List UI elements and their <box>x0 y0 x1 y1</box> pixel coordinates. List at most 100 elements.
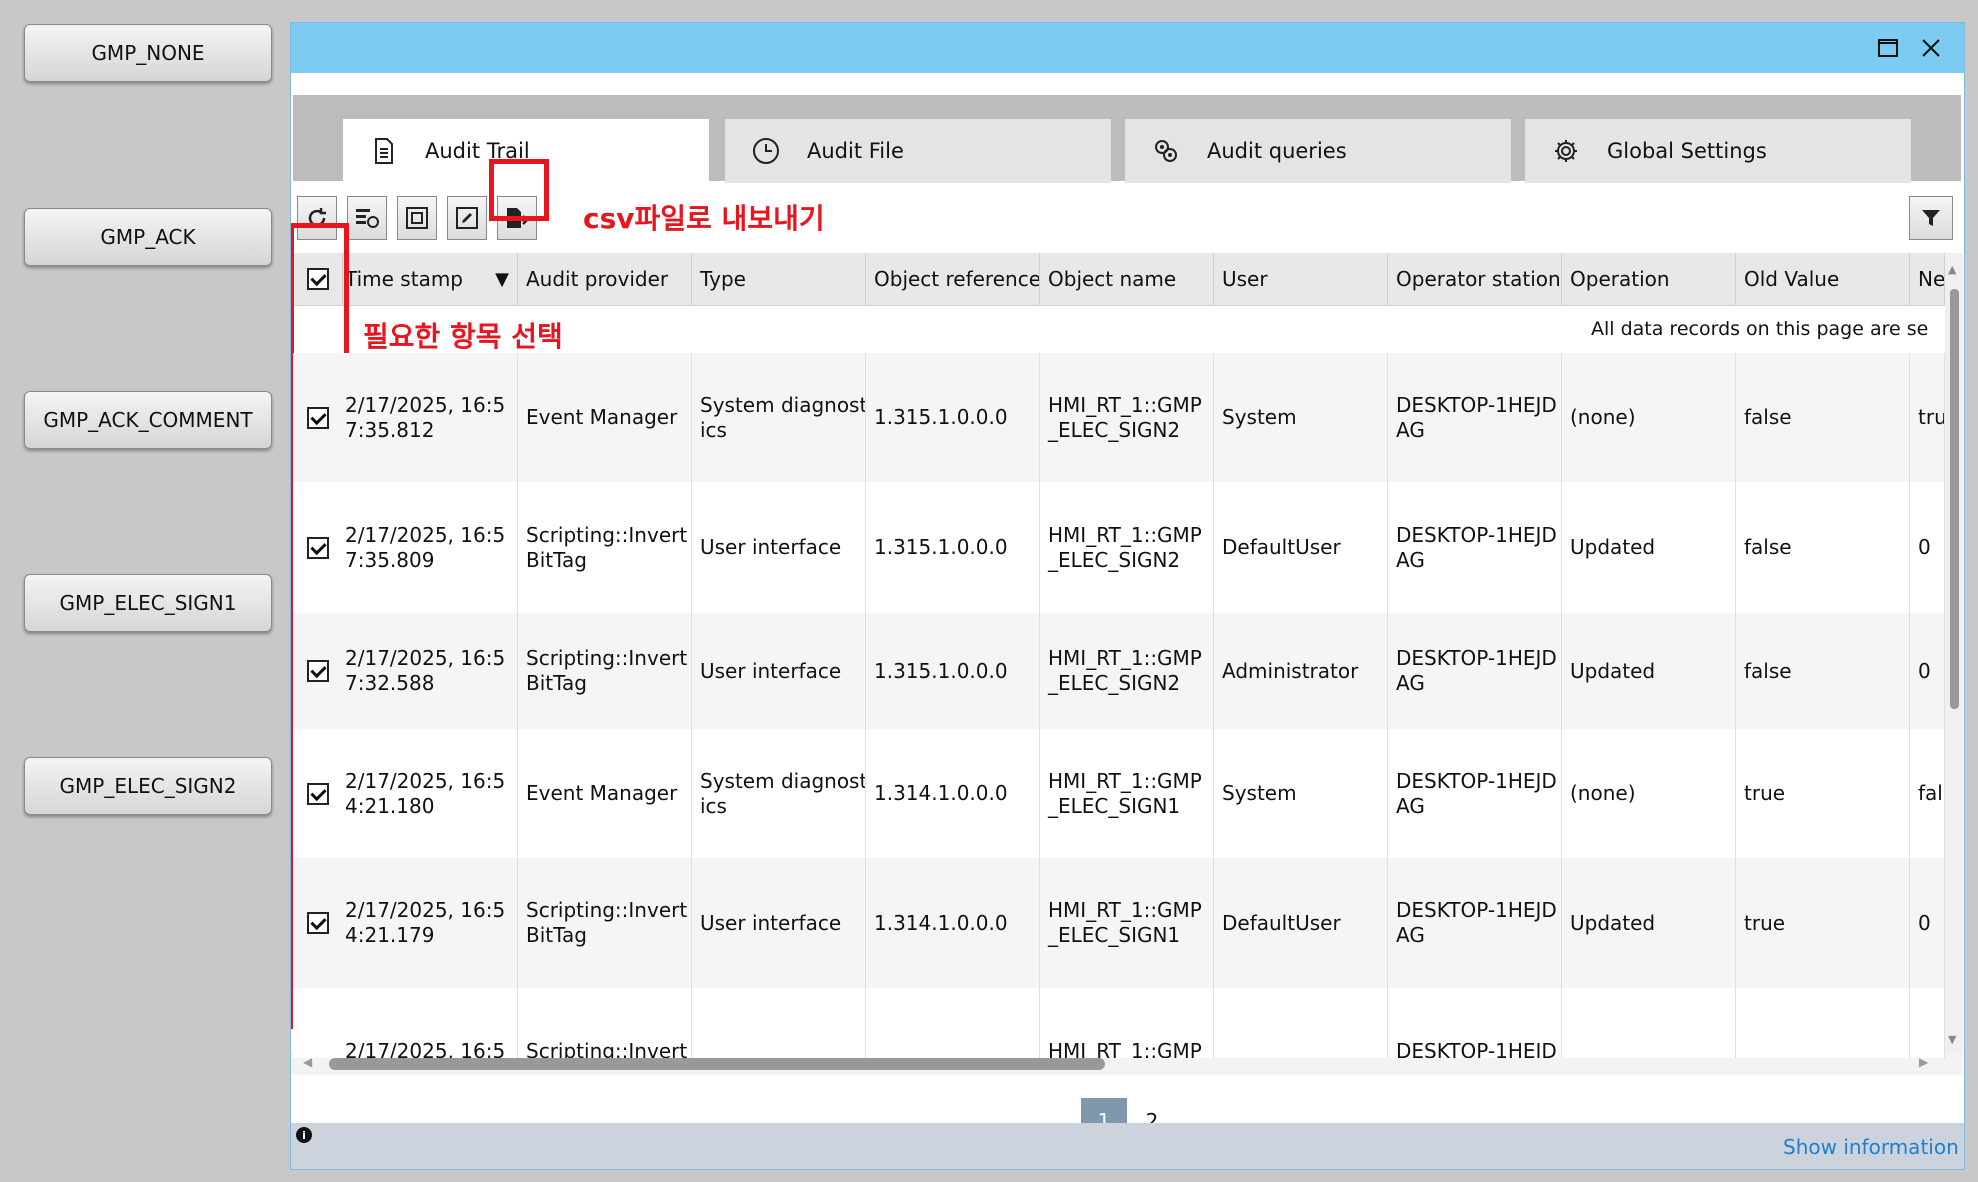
cell-user: Administrator <box>1214 613 1388 729</box>
tab-global-settings[interactable]: Global Settings <box>1525 119 1911 183</box>
cell-user: System <box>1214 353 1388 482</box>
cell-object-name: HMI_RT_1::GMP _ELEC_SIGN2 <box>1040 353 1214 482</box>
cell-operator-station: DESKTOP-1HEJD <box>1388 988 1562 1058</box>
table-row[interactable]: 2/17/2025, 16:5 Scripting::Invert HMI_RT_1… <box>293 988 1945 1058</box>
column-header-type[interactable]: Type <box>692 253 866 305</box>
cell-operator-station: DESKTOP-1HEJD AG <box>1388 613 1562 729</box>
cell-old-value: false <box>1736 482 1910 613</box>
export-highlight-box <box>489 159 549 221</box>
cell-old-value <box>1736 988 1910 1058</box>
cell-object-reference: 1.315.1.0.0.0 <box>866 482 1040 613</box>
info-icon: i <box>296 1127 312 1143</box>
cell-new-value: 0 <box>1910 858 1945 988</box>
column-header-audit-provider[interactable]: Audit provider <box>518 253 692 305</box>
clock-icon <box>751 136 781 166</box>
tab-label: Audit File <box>807 139 904 163</box>
table-row[interactable]: 2/17/2025, 16:5 4:21.179 Scripting::Inver… <box>293 858 1945 988</box>
gmp-none-button[interactable]: GMP_NONE <box>24 24 272 82</box>
cell-object-name: HMI_RT_1::GMP <box>1040 988 1214 1058</box>
queries-icon <box>1151 136 1181 166</box>
show-information-link[interactable]: Show information <box>1783 1135 1959 1159</box>
column-header-time-stamp[interactable]: Time stamp ▼ <box>343 253 518 305</box>
cell-type <box>692 988 866 1058</box>
title-bar <box>291 23 1964 73</box>
edit-icon[interactable] <box>447 196 487 240</box>
gmp-ack-button[interactable]: GMP_ACK <box>24 208 272 266</box>
row-select-cell[interactable] <box>293 729 343 858</box>
cell-audit-provider: Scripting::Invert BitTag <box>518 613 692 729</box>
cell-object-name: HMI_RT_1::GMP _ELEC_SIGN1 <box>1040 858 1214 988</box>
cell-time-stamp: 2/17/2025, 16:5 4:21.180 <box>343 729 518 858</box>
table-row[interactable]: 2/17/2025, 16:5 4:21.180 Event Manager Sys… <box>293 729 1945 858</box>
cell-new-value <box>1910 988 1945 1058</box>
cell-old-value: true <box>1736 729 1910 858</box>
column-header-object-name[interactable]: Object name <box>1040 253 1214 305</box>
close-icon[interactable] <box>1916 33 1946 63</box>
maximize-icon[interactable] <box>1873 33 1903 63</box>
column-label: Time stamp <box>345 267 463 291</box>
gmp-elec-sign2-button[interactable]: GMP_ELEC_SIGN2 <box>24 757 272 815</box>
filter-icon[interactable] <box>1909 196 1953 240</box>
cell-operation: Updated <box>1562 613 1736 729</box>
vertical-scrollbar[interactable]: ▲ ▼ <box>1945 253 1963 1053</box>
cell-operation: (none) <box>1562 729 1736 858</box>
fit-icon[interactable] <box>397 196 437 240</box>
sort-desc-icon: ▼ <box>495 268 509 290</box>
row-checkbox[interactable] <box>307 406 329 429</box>
cell-object-reference <box>866 988 1040 1058</box>
document-icon <box>369 136 399 166</box>
cell-object-reference: 1.314.1.0.0.0 <box>866 729 1040 858</box>
cell-operator-station: DESKTOP-1HEJD AG <box>1388 353 1562 482</box>
cell-new-value: 0 <box>1910 482 1945 613</box>
cell-type: User interface <box>692 858 866 988</box>
row-checkbox[interactable] <box>307 782 329 805</box>
column-header-user[interactable]: User <box>1214 253 1388 305</box>
table-row[interactable]: 2/17/2025, 16:5 7:35.812 Event Manager Sys… <box>293 353 1945 482</box>
cell-operator-station: DESKTOP-1HEJD AG <box>1388 858 1562 988</box>
cell-object-reference: 1.315.1.0.0.0 <box>866 353 1040 482</box>
table-row[interactable]: 2/17/2025, 16:5 7:35.809 Scripting::Inver… <box>293 482 1945 613</box>
column-header-old-value[interactable]: Old Value <box>1736 253 1910 305</box>
scroll-up-arrow[interactable]: ▲ <box>1948 263 1956 276</box>
cell-user: DefaultUser <box>1214 482 1388 613</box>
cell-time-stamp: 2/17/2025, 16:5 7:32.588 <box>343 613 518 729</box>
cell-user: System <box>1214 729 1388 858</box>
gear-icon <box>1551 136 1581 166</box>
scroll-down-arrow[interactable]: ▼ <box>1948 1033 1956 1046</box>
cell-audit-provider: Scripting::Invert BitTag <box>518 858 692 988</box>
cell-old-value: false <box>1736 613 1910 729</box>
cell-type: User interface <box>692 482 866 613</box>
cell-audit-provider: Event Manager <box>518 729 692 858</box>
row-select-cell[interactable] <box>293 613 343 729</box>
column-header-operation[interactable]: Operation <box>1562 253 1736 305</box>
row-select-cell[interactable] <box>293 353 343 482</box>
cell-user: DefaultUser <box>1214 858 1388 988</box>
gmp-elec-sign1-button[interactable]: GMP_ELEC_SIGN1 <box>24 574 272 632</box>
vertical-scroll-thumb[interactable] <box>1950 289 1959 709</box>
cell-audit-provider: Scripting::Invert <box>518 988 692 1058</box>
row-checkbox[interactable] <box>307 912 329 934</box>
column-header-new-value[interactable]: Ne <box>1910 253 1945 305</box>
cell-audit-provider: Event Manager <box>518 353 692 482</box>
column-header-operator-station[interactable]: Operator station <box>1388 253 1562 305</box>
cell-new-value: fal: <box>1910 729 1945 858</box>
settings-refresh-icon[interactable] <box>347 196 387 240</box>
row-select-cell[interactable] <box>293 482 343 613</box>
row-select-cell[interactable] <box>293 858 343 988</box>
cell-object-reference: 1.315.1.0.0.0 <box>866 613 1040 729</box>
cell-operation: Updated <box>1562 858 1736 988</box>
cell-object-name: HMI_RT_1::GMP _ELEC_SIGN2 <box>1040 482 1214 613</box>
gmp-ack-comment-button[interactable]: GMP_ACK_COMMENT <box>24 391 272 449</box>
row-checkbox[interactable] <box>307 536 329 559</box>
cell-operation: Updated <box>1562 482 1736 613</box>
table-row[interactable]: 2/17/2025, 16:5 7:32.588 Scripting::Inver… <box>293 613 1945 729</box>
tab-label: Audit queries <box>1207 139 1347 163</box>
tab-audit-file[interactable]: Audit File <box>725 119 1111 183</box>
cell-new-value: tru <box>1910 353 1945 482</box>
cell-operator-station: DESKTOP-1HEJD AG <box>1388 482 1562 613</box>
horizontal-scroll-thumb[interactable] <box>329 1058 1105 1070</box>
column-header-object-reference[interactable]: Object reference <box>866 253 1040 305</box>
row-checkbox[interactable] <box>307 660 329 682</box>
cell-old-value: true <box>1736 858 1910 988</box>
tab-audit-queries[interactable]: Audit queries <box>1125 119 1511 183</box>
